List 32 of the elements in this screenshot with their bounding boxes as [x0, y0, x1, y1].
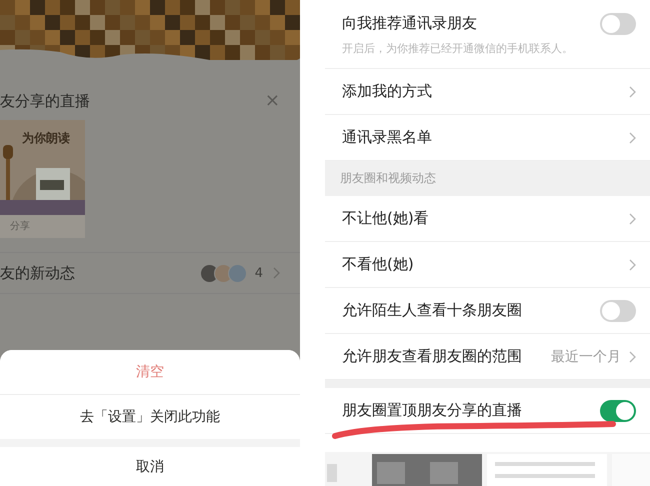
settings-row[interactable]: 添加我的方式	[325, 69, 650, 115]
toggle-switch[interactable]	[600, 300, 636, 322]
toggle-switch[interactable]	[600, 12, 636, 34]
toggle-switch[interactable]	[600, 400, 636, 422]
settings-row[interactable]: 不让他(她)看	[325, 196, 650, 242]
setting-label: 添加我的方式	[342, 82, 433, 101]
section-title: 友分享的直播	[0, 92, 90, 110]
chevron-icon	[629, 350, 636, 362]
settings-row[interactable]: 朋友圈置顶朋友分享的直播	[325, 388, 650, 434]
card-caption: 分享	[9, 220, 31, 233]
settings-row[interactable]: 不看他(她)	[325, 242, 650, 288]
card-title: 为你朗读	[22, 130, 70, 147]
settings-row[interactable]: 向我推荐通讯录朋友 开启后，为你推荐已经开通微信的手机联系人。	[325, 0, 650, 69]
setting-label: 通讯录黑名单	[342, 128, 433, 147]
settings-row[interactable]: 允许陌生人查看十条朋友圈	[325, 288, 650, 334]
updates-label: 友的新动态	[0, 264, 76, 282]
setting-label: 向我推荐通讯录朋友	[342, 14, 478, 33]
chevron-icon	[273, 267, 280, 279]
setting-label: 允许朋友查看朋友圈的范围	[342, 347, 523, 366]
setting-label: 不让他(她)看	[342, 209, 430, 228]
update-count: 4	[254, 266, 263, 280]
setting-value: 最近一个月	[551, 348, 621, 366]
section-header: 朋友圈和视频动态	[325, 161, 650, 196]
setting-label: 不看他(她)	[342, 255, 415, 274]
chevron-icon	[629, 132, 636, 144]
chevron-icon	[629, 258, 636, 270]
chevron-icon	[629, 86, 636, 98]
chevron-icon	[629, 212, 636, 224]
avatar-icon	[228, 264, 247, 282]
setting-note: 开启后，为你推荐已经开通微信的手机联系人。	[342, 40, 574, 56]
setting-label: 朋友圈置顶朋友分享的直播	[342, 401, 523, 420]
setting-label: 允许陌生人查看十条朋友圈	[342, 301, 523, 320]
